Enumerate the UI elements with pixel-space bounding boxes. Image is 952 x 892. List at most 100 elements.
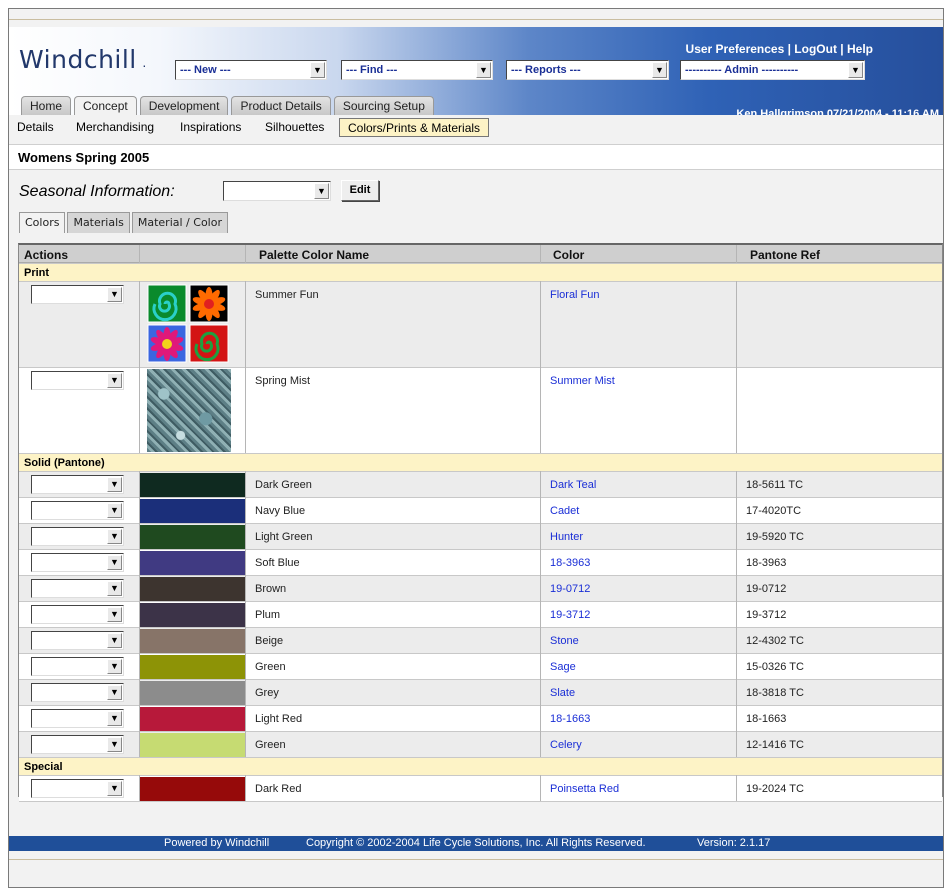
palette-color-name: Green: [255, 739, 286, 751]
header-pantone-ref: Pantone Ref: [750, 248, 821, 262]
tab-sourcing-setup[interactable]: Sourcing Setup: [333, 96, 434, 115]
help-link[interactable]: Help: [847, 42, 873, 56]
table-bottom-border: [19, 801, 942, 802]
tab-concept[interactable]: Concept: [74, 96, 137, 116]
color-swatch: [139, 777, 245, 802]
color-link[interactable]: Stone: [550, 635, 579, 647]
actions-select[interactable]: ▼: [31, 579, 124, 598]
main-tabs: Home Concept Development Product Details…: [21, 96, 434, 116]
tab-development[interactable]: Development: [139, 96, 229, 115]
table-row: ▼ Dark Red Poinsetta Red 19-2024 TC: [19, 775, 942, 802]
color-link[interactable]: 19-3712: [550, 609, 590, 621]
tab-home[interactable]: Home: [21, 96, 72, 115]
color-link[interactable]: Slate: [550, 687, 575, 699]
color-swatch: [139, 368, 245, 453]
color-link[interactable]: Dark Teal: [550, 479, 596, 491]
pantone-ref: 18-3963: [746, 557, 787, 569]
palette-color-name: Beige: [255, 635, 284, 647]
color-link[interactable]: Floral Fun: [550, 289, 600, 301]
user-preferences-link[interactable]: User Preferences: [686, 42, 785, 56]
palette-color-name: Grey: [255, 687, 279, 699]
actions-select[interactable]: ▼: [31, 735, 124, 754]
actions-select[interactable]: ▼: [31, 631, 124, 650]
chevron-down-icon: ▼: [107, 581, 122, 596]
actions-select[interactable]: ▼: [31, 371, 124, 390]
subnav-colors-prints-materials[interactable]: Colors/Prints & Materials: [339, 118, 490, 137]
color-link[interactable]: 19-0712: [550, 583, 590, 595]
subnav-details[interactable]: Details: [17, 120, 54, 134]
chevron-down-icon: ▼: [107, 685, 122, 700]
actions-select[interactable]: ▼: [31, 605, 124, 624]
color-link[interactable]: Sage: [550, 661, 576, 673]
actions-select[interactable]: ▼: [31, 501, 124, 520]
admin-menu-select[interactable]: ---------- Admin ---------- ▼: [680, 60, 865, 80]
find-menu-label: --- Find ---: [346, 64, 398, 76]
actions-select[interactable]: ▼: [31, 475, 124, 494]
chevron-down-icon: ▼: [476, 62, 491, 78]
color-link[interactable]: 18-3963: [550, 557, 590, 569]
palette-color-name: Brown: [255, 583, 287, 595]
actions-select[interactable]: ▼: [31, 779, 124, 798]
palette-subtabs: Colors Materials Material / Color: [19, 212, 228, 233]
pantone-ref: 19-5920 TC: [746, 531, 804, 543]
pantone-ref: 17-4020TC: [746, 505, 802, 517]
table-row: ▼ Spring Mist Summer Mist: [19, 367, 942, 453]
chevron-down-icon: ▼: [107, 781, 122, 796]
color-link[interactable]: Summer Mist: [550, 375, 615, 387]
color-swatch: [139, 629, 245, 654]
link-separator: |: [784, 42, 795, 56]
chevron-down-icon: ▼: [107, 711, 122, 726]
mist-print-swatch: [147, 369, 231, 452]
actions-select[interactable]: ▼: [31, 657, 124, 676]
reports-menu-label: --- Reports ---: [511, 64, 581, 76]
page-title-bar: Womens Spring 2005: [9, 144, 943, 170]
actions-select[interactable]: ▼: [31, 709, 124, 728]
column-divider: [736, 245, 737, 801]
table-row: ▼ Summer Fun Floral Fun: [19, 281, 942, 367]
header-actions: Actions: [24, 248, 69, 262]
header-links: User Preferences | LogOut | Help: [686, 42, 873, 56]
actions-select[interactable]: ▼: [31, 527, 124, 546]
table-row: ▼ Light Green Hunter 19-5920 TC: [19, 523, 942, 550]
column-divider: [139, 245, 140, 801]
actions-select[interactable]: ▼: [31, 285, 124, 304]
find-menu-select[interactable]: --- Find --- ▼: [341, 60, 493, 80]
edit-button[interactable]: Edit: [341, 180, 379, 201]
actions-select[interactable]: ▼: [31, 683, 124, 702]
subnav-inspirations[interactable]: Inspirations: [180, 120, 241, 134]
chevron-down-icon: ▼: [107, 737, 122, 752]
color-link[interactable]: Hunter: [550, 531, 583, 543]
color-link[interactable]: 18-1663: [550, 713, 590, 725]
actions-select[interactable]: ▼: [31, 553, 124, 572]
header-color: Color: [553, 248, 585, 262]
subnav-silhouettes[interactable]: Silhouettes: [265, 120, 324, 134]
chevron-down-icon: ▼: [107, 633, 122, 648]
pantone-ref: 12-1416 TC: [746, 739, 804, 751]
color-link[interactable]: Poinsetta Red: [550, 783, 619, 795]
color-link[interactable]: Cadet: [550, 505, 579, 517]
subnav-merchandising[interactable]: Merchandising: [76, 120, 154, 134]
logout-link[interactable]: LogOut: [794, 42, 837, 56]
logo-mark-icon: ·: [142, 57, 147, 73]
tab-product-details[interactable]: Product Details: [231, 96, 331, 115]
color-swatch: [139, 733, 245, 758]
subtab-materials[interactable]: Materials: [67, 212, 130, 233]
table-row: ▼ Plum 19-3712 19-3712: [19, 601, 942, 628]
color-swatch: [139, 655, 245, 680]
reports-menu-select[interactable]: --- Reports --- ▼: [506, 60, 669, 80]
new-menu-select[interactable]: --- New --- ▼: [175, 60, 327, 80]
palette-color-name: Summer Fun: [255, 289, 319, 301]
table-row: ▼ Light Red 18-1663 18-1663: [19, 705, 942, 732]
color-link[interactable]: Celery: [550, 739, 582, 751]
footer-powered: Powered by Windchill: [164, 837, 270, 849]
pantone-ref: 19-2024 TC: [746, 783, 804, 795]
page-title: Womens Spring 2005: [18, 150, 150, 165]
subtab-material-color[interactable]: Material / Color: [131, 212, 228, 233]
column-divider: [245, 245, 246, 801]
chevron-down-icon: ▼: [107, 659, 122, 674]
link-separator: |: [836, 42, 847, 56]
subtab-colors[interactable]: Colors: [19, 212, 66, 233]
table-row: ▼ Beige Stone 12-4302 TC: [19, 627, 942, 654]
color-swatch: [139, 577, 245, 602]
seasonal-select[interactable]: ▼: [223, 181, 331, 201]
